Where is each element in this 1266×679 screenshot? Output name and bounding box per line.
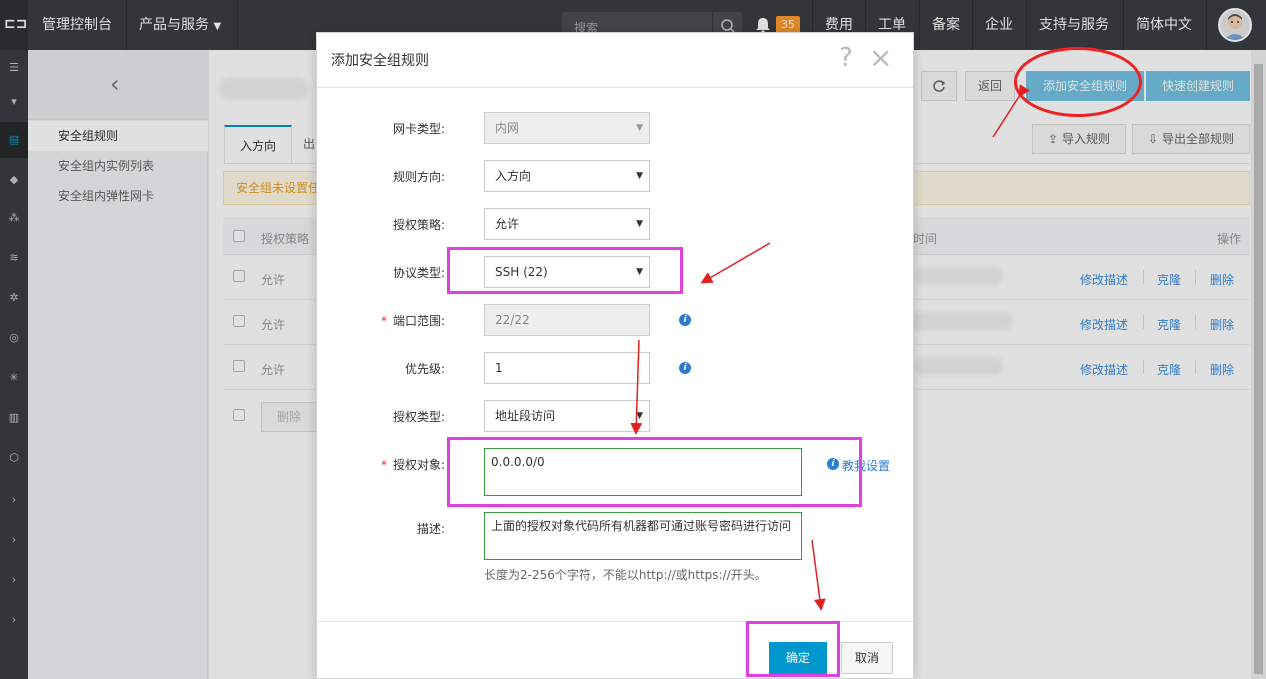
arrow-to-confirm — [811, 539, 826, 611]
arrow-to-add-rule — [992, 84, 1030, 138]
arrow-to-auth-object — [630, 339, 643, 435]
arrow-to-protocol — [700, 242, 771, 284]
annotation-arrows — [630, 84, 1030, 611]
